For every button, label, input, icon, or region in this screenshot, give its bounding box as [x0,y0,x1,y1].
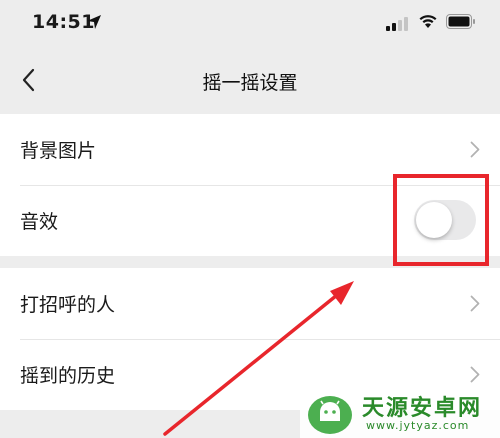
watermark: 天源安卓网 www.jytyaz.com [300,388,500,438]
setting-label: 背景图片 [20,140,97,162]
watermark-url: www.jytyaz.com [366,419,470,432]
signal-icon [386,17,408,31]
chevron-right-icon [470,295,480,312]
chevron-right-icon [470,366,480,383]
watermark-title: 天源安卓网 [362,396,483,421]
setting-label: 打招呼的人 [20,294,116,316]
setting-label: 摇到的历史 [20,365,116,387]
location-arrow-icon [87,15,101,29]
highlight-box [393,174,489,266]
status-bar: 14:51 [0,0,500,50]
setting-label: 音效 [20,211,59,233]
setting-row-greeting-people[interactable]: 打招呼的人 [0,268,500,339]
chevron-right-icon [470,141,480,158]
wifi-icon [419,15,437,28]
battery-icon [446,14,475,29]
page-title: 摇一摇设置 [202,72,298,94]
nav-bar: 摇一摇设置 [0,50,500,110]
android-logo-icon [308,396,352,434]
